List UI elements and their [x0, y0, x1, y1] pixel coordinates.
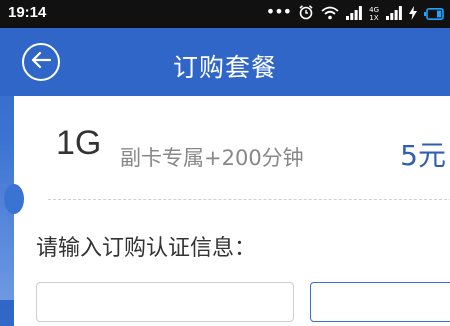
signal-icon-1 — [346, 5, 363, 24]
page-title: 订购套餐 — [172, 53, 277, 82]
network-type-bottom: 1X — [369, 14, 379, 22]
alarm-icon — [298, 4, 314, 24]
charging-icon — [409, 5, 417, 24]
plan-size: 1G — [56, 124, 102, 162]
auth-code-field[interactable] — [310, 282, 450, 322]
status-bar: 19:14 ••• 4G 1X — [0, 0, 450, 28]
wifi-icon — [321, 5, 339, 24]
plan-price: 5元 — [400, 139, 446, 172]
signal-icon-2 — [386, 5, 402, 24]
status-icons: ••• 4G 1X — [266, 4, 444, 24]
plan-row[interactable]: 1G 副卡专属+200分钟 5元 — [14, 96, 450, 198]
auth-info-label: 请输入订购认证信息： — [36, 236, 257, 261]
status-time: 19:14 — [8, 4, 47, 21]
battery-icon — [424, 5, 444, 24]
plan-card: 1G 副卡专属+200分钟 5元 请输入订购认证信息： — [4, 96, 450, 326]
auth-input-field[interactable] — [36, 282, 294, 322]
overflow-dots-icon: ••• — [265, 2, 292, 21]
header-bar: 订购套餐 — [0, 28, 450, 96]
ticket-notch — [4, 184, 24, 214]
plan-description: 副卡专属+200分钟 — [120, 146, 304, 170]
network-type-top: 4G — [369, 6, 379, 14]
network-type: 4G 1X — [369, 6, 379, 22]
dashed-divider — [48, 199, 450, 200]
